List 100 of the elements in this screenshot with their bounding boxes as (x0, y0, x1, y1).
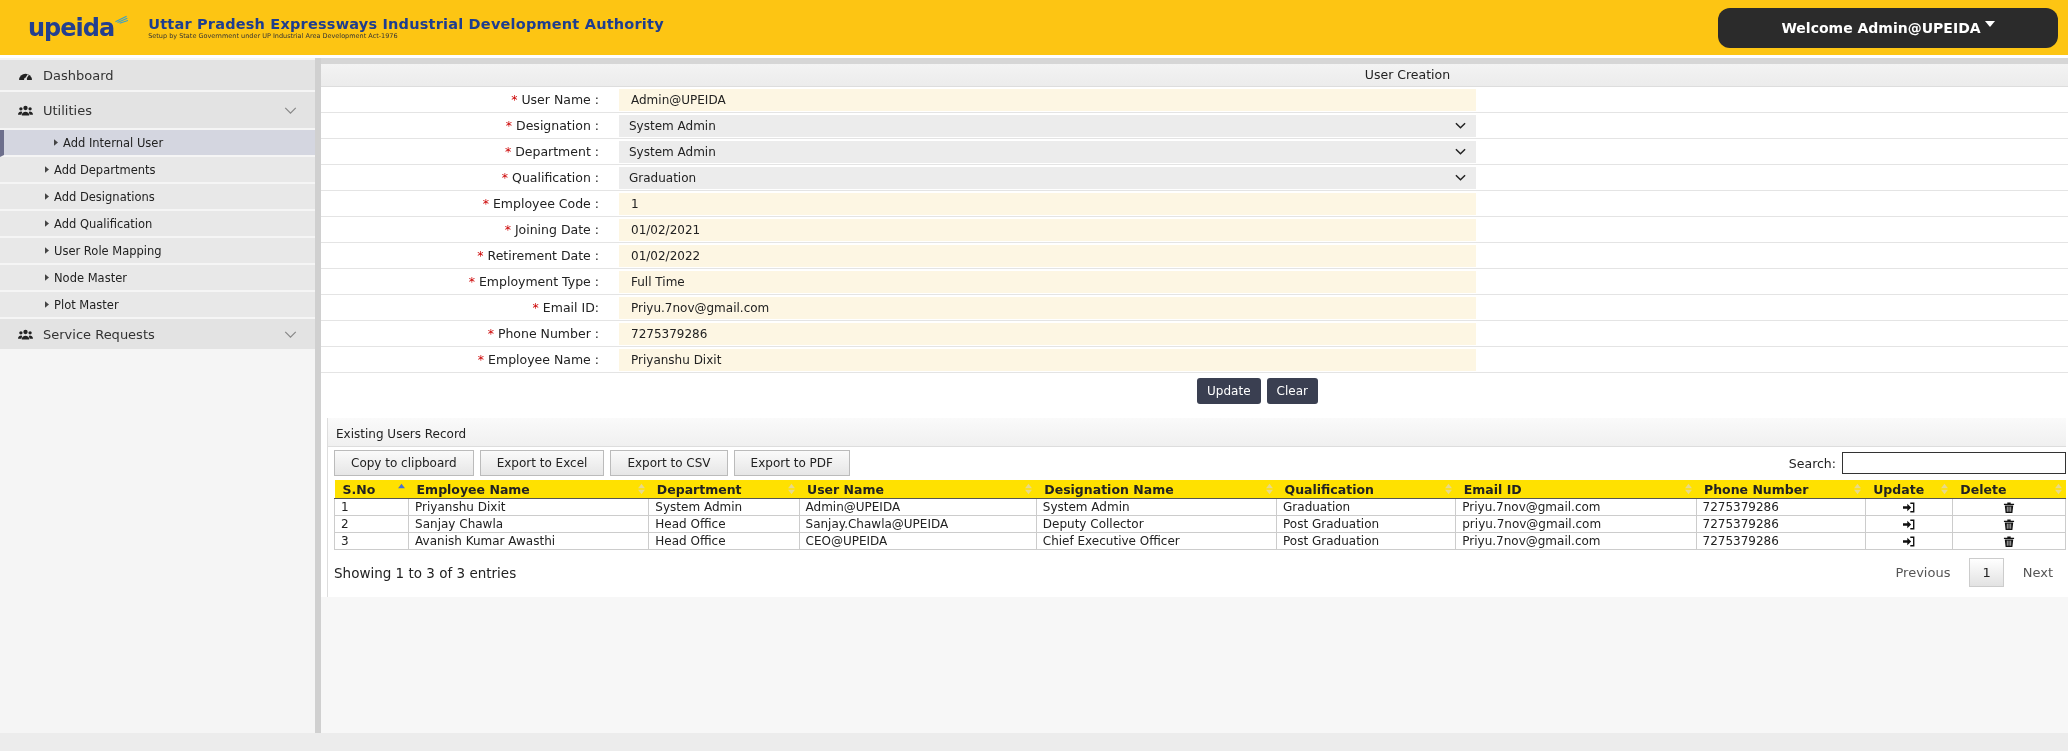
input-field[interactable]: Full Time (619, 270, 1476, 293)
dropdown-field[interactable]: System Admin (619, 114, 1476, 137)
table-cell: System Admin (648, 498, 799, 516)
sidebar-subitem[interactable]: Node Master (0, 265, 315, 292)
table-cell: Priyu.7nov@gmail.com (1455, 498, 1696, 516)
input-field[interactable]: 01/02/2021 (619, 218, 1476, 241)
sort-icon[interactable] (1025, 483, 1033, 495)
dropdown-field[interactable]: System Admin (619, 140, 1476, 163)
field-label: * Designation : (504, 118, 599, 133)
field-label: * Phone Number : (486, 326, 599, 341)
sidebar-subitem[interactable]: Add Qualification (0, 211, 315, 238)
input-field[interactable]: 7275379286 (619, 322, 1476, 345)
sort-icon[interactable] (1941, 483, 1949, 495)
column-header[interactable]: User Name (799, 480, 1037, 499)
input-field[interactable]: Admin@UPEIDA (619, 88, 1476, 111)
pagination-button[interactable]: Next (2009, 558, 2066, 587)
pagination-button[interactable]: Previous (1882, 558, 1964, 587)
table-cell: Sanjay.Chawla@UPEIDA (799, 515, 1037, 533)
user-menu-button[interactable]: Welcome Admin@UPEIDA (1718, 7, 2058, 48)
column-header[interactable]: Phone Number (1696, 480, 1866, 499)
table-cell: Post Graduation (1276, 532, 1456, 550)
input-field[interactable]: 1 (619, 192, 1476, 215)
form-button[interactable]: Update (1197, 378, 1261, 404)
field-label: * Department : (503, 144, 599, 159)
org-title: Uttar Pradesh Expressways Industrial Development Authority (148, 15, 664, 32)
sort-icon[interactable] (1685, 483, 1692, 495)
column-header[interactable]: Delete (1952, 480, 2066, 499)
caret-icon (1984, 20, 1995, 27)
column-header[interactable]: Update (1865, 480, 1953, 499)
users-icon (18, 104, 33, 116)
pagination-button[interactable]: 1 (1969, 558, 2004, 587)
caret-right-icon (54, 139, 58, 146)
sort-icon[interactable] (788, 483, 795, 495)
sidebar-item[interactable]: Dashboard (0, 60, 315, 92)
table-cell: 1 (334, 498, 409, 516)
splitter-handle[interactable] (315, 58, 321, 733)
table-cell: Chief Executive Officer (1036, 532, 1277, 550)
table-cell: Graduation (1276, 498, 1456, 516)
field-label: * Employee Name : (476, 352, 599, 367)
export-button[interactable]: Export to PDF (733, 450, 850, 476)
column-header[interactable]: Qualification (1276, 480, 1456, 499)
field-label: * Retirement Date : (476, 248, 599, 263)
caret-right-icon (45, 247, 49, 254)
sidebar-subitem[interactable]: Add Departments (0, 157, 315, 184)
sidebar-subitem[interactable]: User Role Mapping (0, 238, 315, 265)
table-cell: Deputy Collector (1036, 515, 1277, 533)
caret-right-icon (45, 274, 49, 281)
field-label: * Email ID: (531, 300, 599, 315)
input-field[interactable]: Priyu.7nov@gmail.com (619, 296, 1476, 319)
chevron-down-icon (1455, 148, 1466, 155)
dropdown-field[interactable]: Graduation (619, 166, 1476, 189)
sort-icon[interactable] (2054, 483, 2062, 495)
caret-right-icon (45, 193, 49, 200)
trash-icon[interactable] (2002, 536, 2015, 547)
form-button[interactable]: Clear (1266, 378, 1318, 404)
caret-right-icon (45, 166, 49, 173)
table-cell: CEO@UPEIDA (799, 532, 1037, 550)
column-header[interactable]: Employee Name (408, 480, 649, 499)
export-button[interactable]: Copy to clipboard (334, 450, 474, 476)
sort-icon[interactable] (637, 483, 645, 495)
sort-icon[interactable] (1444, 483, 1452, 495)
sign-in-icon[interactable] (1902, 536, 1915, 547)
export-button[interactable]: Export to Excel (479, 450, 605, 476)
search-label: Search: (1788, 455, 1836, 471)
sort-icon[interactable] (1854, 483, 1862, 495)
field-label: * Qualification : (500, 170, 599, 185)
search-field[interactable] (1842, 452, 2066, 474)
sidebar-subitem[interactable]: Add Designations (0, 184, 315, 211)
table-cell: Priyanshu Dixit (408, 498, 649, 516)
column-header[interactable]: S.No (334, 480, 409, 499)
table-cell: 3 (334, 532, 409, 550)
sign-in-icon[interactable] (1902, 502, 1915, 513)
logo: upeida (28, 13, 129, 42)
sidebar-subitem[interactable]: Add Internal User (0, 130, 315, 157)
chevron-down-icon (1455, 122, 1466, 129)
table-cell: System Admin (1036, 498, 1277, 516)
input-field[interactable]: Priyanshu Dixit (619, 348, 1476, 371)
trash-icon[interactable] (2002, 519, 2015, 530)
trash-icon[interactable] (2002, 502, 2015, 513)
sort-icon[interactable] (1265, 483, 1273, 495)
sign-in-icon[interactable] (1902, 519, 1915, 530)
sidebar-item[interactable]: Service Requests (0, 319, 315, 351)
field-label: * Employee Code : (481, 196, 599, 211)
sidebar-subitem[interactable]: Plot Master (0, 292, 315, 319)
export-button[interactable]: Export to CSV (610, 450, 728, 476)
table-cell: 7275379286 (1696, 515, 1866, 533)
table-cell: 7275379286 (1696, 498, 1866, 516)
field-label: * User Name : (510, 92, 599, 107)
table-cell: priyu.7nov@gmail.com (1455, 515, 1696, 533)
entries-info: Showing 1 to 3 of 3 entries (334, 564, 517, 581)
column-header[interactable]: Designation Name (1036, 480, 1277, 499)
sidebar-item[interactable]: Utilities (0, 92, 315, 130)
caret-right-icon (45, 220, 49, 227)
input-field[interactable]: 01/02/2022 (619, 244, 1476, 267)
column-header[interactable]: Email ID (1455, 480, 1696, 499)
caret-right-icon (45, 301, 49, 308)
field-label: * Employment Type : (467, 274, 599, 289)
section-title: Existing Users Record (328, 418, 2066, 447)
users-icon (18, 328, 33, 340)
column-header[interactable]: Department (648, 480, 799, 499)
